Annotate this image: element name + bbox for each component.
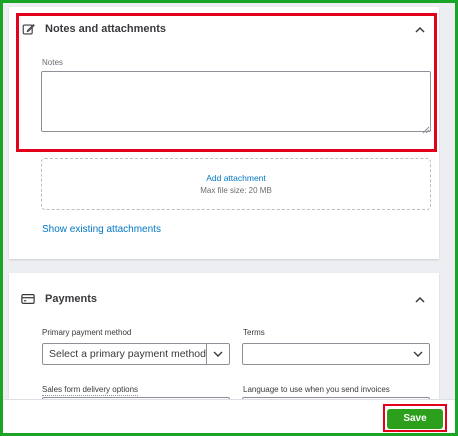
- save-button[interactable]: Save: [387, 408, 443, 429]
- attachment-dropzone[interactable]: Add attachment Max file size: 20 MB: [41, 158, 431, 210]
- max-file-size-text: Max file size: 20 MB: [200, 186, 272, 195]
- resize-grip-icon[interactable]: [421, 121, 430, 134]
- chevron-down-icon[interactable]: [407, 351, 429, 357]
- delivery-options-label: Sales form delivery options: [42, 385, 139, 396]
- notes-label: Notes: [42, 58, 63, 67]
- notes-attachments-card: Notes and attachments: [9, 7, 439, 259]
- primary-payment-value: Select a primary payment method: [49, 348, 206, 360]
- notes-section-title: Notes and attachments: [45, 23, 167, 35]
- chevron-up-icon[interactable]: [413, 292, 427, 306]
- terms-label: Terms: [243, 328, 265, 337]
- save-highlight: Save: [383, 404, 447, 432]
- edit-note-icon: [19, 20, 37, 38]
- chevron-up-icon[interactable]: [413, 22, 427, 36]
- terms-select[interactable]: [242, 343, 430, 365]
- footer-bar: Save: [3, 399, 455, 433]
- primary-payment-label: Primary payment method: [42, 328, 132, 337]
- add-attachment-link[interactable]: Add attachment: [206, 173, 266, 183]
- payment-card-icon: [19, 290, 37, 308]
- notes-textarea[interactable]: [41, 71, 431, 132]
- primary-payment-select[interactable]: Select a primary payment method: [42, 343, 230, 365]
- payments-section-title: Payments: [45, 293, 97, 305]
- chevron-down-icon[interactable]: [207, 351, 229, 357]
- show-existing-attachments-link[interactable]: Show existing attachments: [42, 224, 161, 235]
- notes-section-header[interactable]: Notes and attachments: [19, 17, 427, 41]
- outer-frame: Notes and attachments Payments Notes Add…: [0, 0, 458, 436]
- payments-section-header[interactable]: Payments: [19, 287, 427, 311]
- language-label: Language to use when you send invoices: [243, 385, 390, 394]
